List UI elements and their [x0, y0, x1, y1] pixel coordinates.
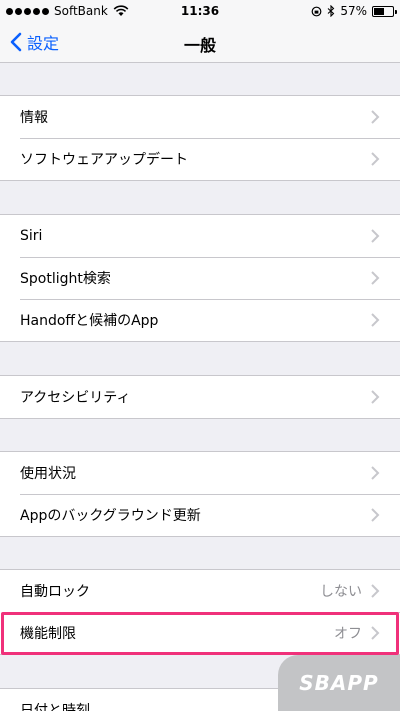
settings-group-accessibility: アクセシビリティ — [0, 375, 400, 419]
list-item-software-update[interactable]: ソフトウェアアップデート — [0, 138, 400, 180]
chevron-right-icon — [371, 584, 380, 598]
list-item-handoff[interactable]: Handoffと候補のApp — [0, 299, 400, 341]
list-item-label: Siri — [20, 228, 43, 244]
list-item-auto-lock[interactable]: 自動ロック しない — [0, 570, 400, 612]
list-item-label: アクセシビリティ — [20, 390, 131, 406]
chevron-right-icon — [371, 313, 380, 327]
chevron-right-icon — [371, 110, 380, 124]
settings-group-siri: Siri Spotlight検索 Handoffと候補のApp — [0, 214, 400, 342]
watermark: SBAPP — [278, 655, 400, 711]
list-item-label: 使用状況 — [20, 466, 76, 482]
status-right: 57% — [311, 4, 397, 18]
list-item-usage[interactable]: 使用状況 — [0, 452, 400, 494]
chevron-right-icon — [371, 271, 380, 285]
chevron-right-icon — [371, 390, 380, 404]
settings-group-about: 情報 ソフトウェアアップデート — [0, 95, 400, 181]
list-item-label: ソフトウェアアップデート — [20, 152, 188, 168]
status-bar: SoftBank 11:36 57% — [0, 0, 400, 22]
chevron-right-icon — [371, 466, 380, 480]
page-title: 一般 — [183, 36, 216, 55]
list-item-background-refresh[interactable]: Appのバックグラウンド更新 — [0, 494, 400, 536]
highlight-box — [1, 612, 399, 655]
chevron-right-icon — [371, 152, 380, 166]
list-item-label: Appのバックグラウンド更新 — [20, 508, 201, 524]
list-item-about[interactable]: 情報 — [0, 96, 400, 138]
list-item-label: 自動ロック — [20, 584, 90, 600]
battery-percent: 57% — [340, 4, 367, 18]
list-item-label: 情報 — [20, 110, 48, 126]
list-item-siri[interactable]: Siri — [0, 215, 400, 257]
chevron-right-icon — [371, 229, 380, 243]
list-item-accessibility[interactable]: アクセシビリティ — [0, 376, 400, 418]
list-item-value: しない — [320, 584, 362, 600]
chevron-right-icon — [371, 508, 380, 522]
list-item-label: 日付と時刻 — [20, 703, 90, 711]
list-item-spotlight-search[interactable]: Spotlight検索 — [0, 257, 400, 299]
rotation-lock-icon — [311, 6, 322, 16]
list-item-label: Spotlight検索 — [20, 271, 111, 287]
settings-group-usage: 使用状況 Appのバックグラウンド更新 — [0, 451, 400, 537]
navigation-bar: 設定 一般 — [0, 22, 400, 63]
battery-icon — [372, 5, 397, 17]
bluetooth-icon — [327, 5, 335, 17]
list-item-label: Handoffと候補のApp — [20, 313, 159, 329]
